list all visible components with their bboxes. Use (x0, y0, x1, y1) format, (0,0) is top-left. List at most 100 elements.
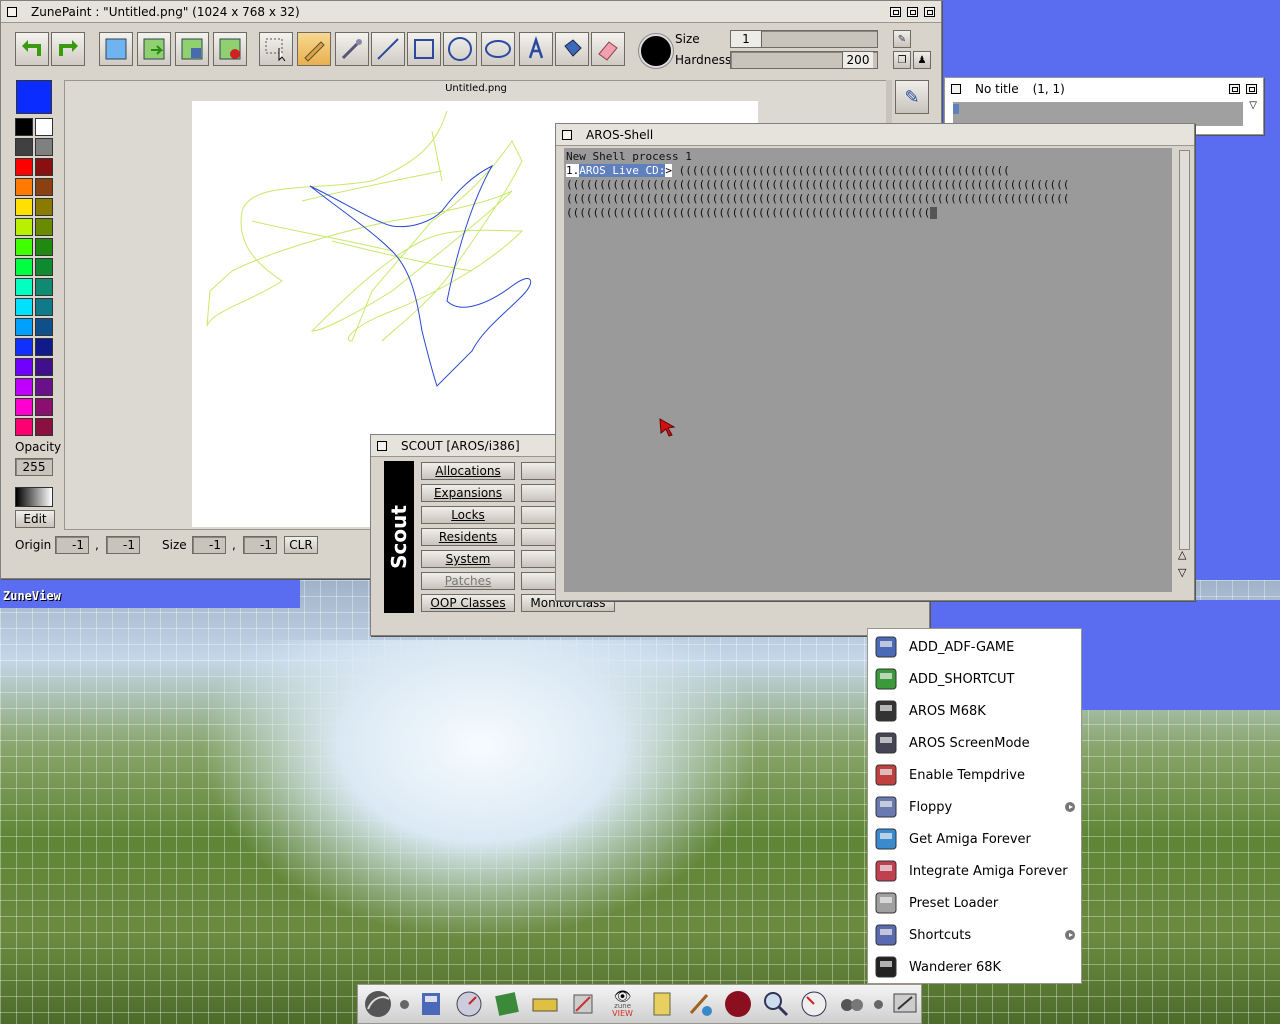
dock-network-button[interactable] (836, 988, 868, 1020)
shell-scroll-thumb[interactable] (1179, 150, 1190, 550)
palette-swatch[interactable] (15, 358, 33, 376)
palette-swatch[interactable] (35, 258, 53, 276)
scout-button[interactable]: Allocations (421, 462, 515, 480)
open-image-button[interactable] (137, 32, 171, 66)
dock-zuneview-button[interactable]: 👁 zune VIEW (605, 988, 641, 1020)
line-tool[interactable] (371, 32, 405, 66)
pencil-tool[interactable] (297, 32, 331, 66)
palette-swatch[interactable] (35, 238, 53, 256)
shell-output[interactable]: New Shell process 1 1.AROS Live CD:> ((((… (564, 148, 1172, 592)
scroll-down-arrow-icon[interactable]: ▽ (1249, 100, 1257, 111)
close-gadget[interactable] (562, 129, 572, 140)
shell-window[interactable]: AROS-Shell New Shell process 1 1.AROS Liv… (555, 123, 1195, 601)
palette-swatch[interactable] (15, 338, 33, 356)
zunepaint-titlebar[interactable]: ZunePaint : "Untitled.png" (1024 x 768 x… (1, 1, 941, 23)
palette-swatch[interactable] (35, 138, 53, 156)
menu-item[interactable]: ADD_ADF-GAME (868, 631, 1081, 663)
notitle-titlebar[interactable]: No title (1, 1) (945, 78, 1263, 100)
fill-tool[interactable] (555, 32, 589, 66)
menu-item[interactable]: Floppy (868, 791, 1081, 823)
save-image-button[interactable] (175, 32, 209, 66)
palette-swatch[interactable] (15, 318, 33, 336)
size-x-field[interactable]: -1 (192, 536, 226, 554)
select-tool[interactable] (259, 32, 293, 66)
scout-button[interactable]: Patches (421, 572, 515, 590)
menu-item[interactable]: Preset Loader (868, 887, 1081, 919)
palette-swatch[interactable] (35, 198, 53, 216)
close-image-button[interactable] (213, 32, 247, 66)
dock-prefs-button[interactable] (567, 988, 599, 1020)
palette-swatch[interactable] (35, 278, 53, 296)
scout-button[interactable]: System (421, 550, 515, 568)
dock-search-button[interactable] (760, 988, 792, 1020)
palette-swatch[interactable] (15, 118, 33, 136)
palette-swatch[interactable] (35, 318, 53, 336)
menu-item[interactable]: Shortcuts (868, 919, 1081, 951)
dock-files-button[interactable] (415, 988, 447, 1020)
palette-swatch[interactable] (15, 138, 33, 156)
canvas-side-tool[interactable]: ✎ (895, 80, 929, 114)
circle-tool[interactable] (443, 32, 477, 66)
depth-gadget[interactable] (924, 6, 935, 17)
scroll-up-arrow-icon[interactable]: △ (1178, 548, 1186, 561)
palette-swatch[interactable] (35, 418, 53, 436)
opacity-field[interactable]: 255 (15, 458, 53, 476)
palette-swatch[interactable] (35, 378, 53, 396)
menu-item[interactable]: AROS ScreenMode (868, 727, 1081, 759)
brush-options-button[interactable]: ✎ (893, 30, 911, 48)
size-slider[interactable]: 1 (730, 30, 878, 48)
stamp-tool[interactable]: ♟ (913, 51, 931, 69)
scout-button[interactable]: Residents (421, 528, 515, 546)
close-gadget[interactable] (951, 84, 961, 94)
close-gadget[interactable] (377, 440, 387, 451)
zoom-gadget[interactable] (1229, 84, 1240, 94)
current-color[interactable] (16, 80, 52, 114)
hardness-slider[interactable]: 200 (730, 51, 878, 69)
menu-item[interactable]: Wanderer 68K (868, 951, 1081, 983)
palette-swatch[interactable] (35, 358, 53, 376)
palette-swatch[interactable] (15, 218, 33, 236)
palette-swatch[interactable] (15, 178, 33, 196)
palette-swatch[interactable] (35, 398, 53, 416)
palette-swatch[interactable] (15, 398, 33, 416)
dock-player-button[interactable] (722, 988, 754, 1020)
palette-swatch[interactable] (15, 418, 33, 436)
palette-swatch[interactable] (15, 278, 33, 296)
dock-drive-button[interactable] (529, 988, 561, 1020)
window-mode-button[interactable]: ❐ (893, 51, 911, 69)
zoom-gadget[interactable] (907, 6, 918, 17)
shell-scrollbar[interactable]: △ ▽ (1178, 148, 1190, 592)
palette-swatch[interactable] (15, 158, 33, 176)
menu-item[interactable]: Enable Tempdrive (868, 759, 1081, 791)
depth-gadget[interactable] (1246, 84, 1257, 94)
palette-swatch[interactable] (15, 378, 33, 396)
dock-browser-button[interactable] (453, 988, 485, 1020)
dock-paint-button[interactable] (684, 988, 716, 1020)
palette-swatch[interactable] (15, 258, 33, 276)
dock-screen-button[interactable] (889, 988, 921, 1020)
new-image-button[interactable] (99, 32, 133, 66)
redo-button[interactable] (51, 32, 85, 66)
undo-button[interactable] (15, 32, 49, 66)
ellipse-tool[interactable] (481, 32, 515, 66)
gradient-preview[interactable] (15, 487, 53, 507)
eraser-tool[interactable] (591, 32, 625, 66)
dock-editor-button[interactable] (491, 988, 523, 1020)
size-slider-knob[interactable]: 1 (731, 31, 762, 47)
dock-aros-button[interactable] (362, 988, 394, 1020)
hardness-slider-knob[interactable]: 200 (842, 52, 873, 68)
menu-item[interactable]: AROS M68K (868, 695, 1081, 727)
palette-swatch[interactable] (15, 238, 33, 256)
menu-item[interactable]: ADD_SHORTCUT (868, 663, 1081, 695)
scout-button[interactable]: Locks (421, 506, 515, 524)
scout-button[interactable]: Expansions (421, 484, 515, 502)
iconify-gadget[interactable] (890, 6, 901, 17)
menu-item[interactable]: Get Amiga Forever (868, 823, 1081, 855)
palette-swatch[interactable] (35, 178, 53, 196)
palette-swatch[interactable] (35, 338, 53, 356)
clr-button[interactable]: CLR (284, 536, 318, 554)
palette-swatch[interactable] (35, 118, 53, 136)
context-menu[interactable]: ADD_ADF-GAME ADD_SHORTCUT AROS M68K AROS Sc… (867, 628, 1082, 984)
size-y-field[interactable]: -1 (243, 536, 277, 554)
text-tool[interactable] (519, 32, 553, 66)
